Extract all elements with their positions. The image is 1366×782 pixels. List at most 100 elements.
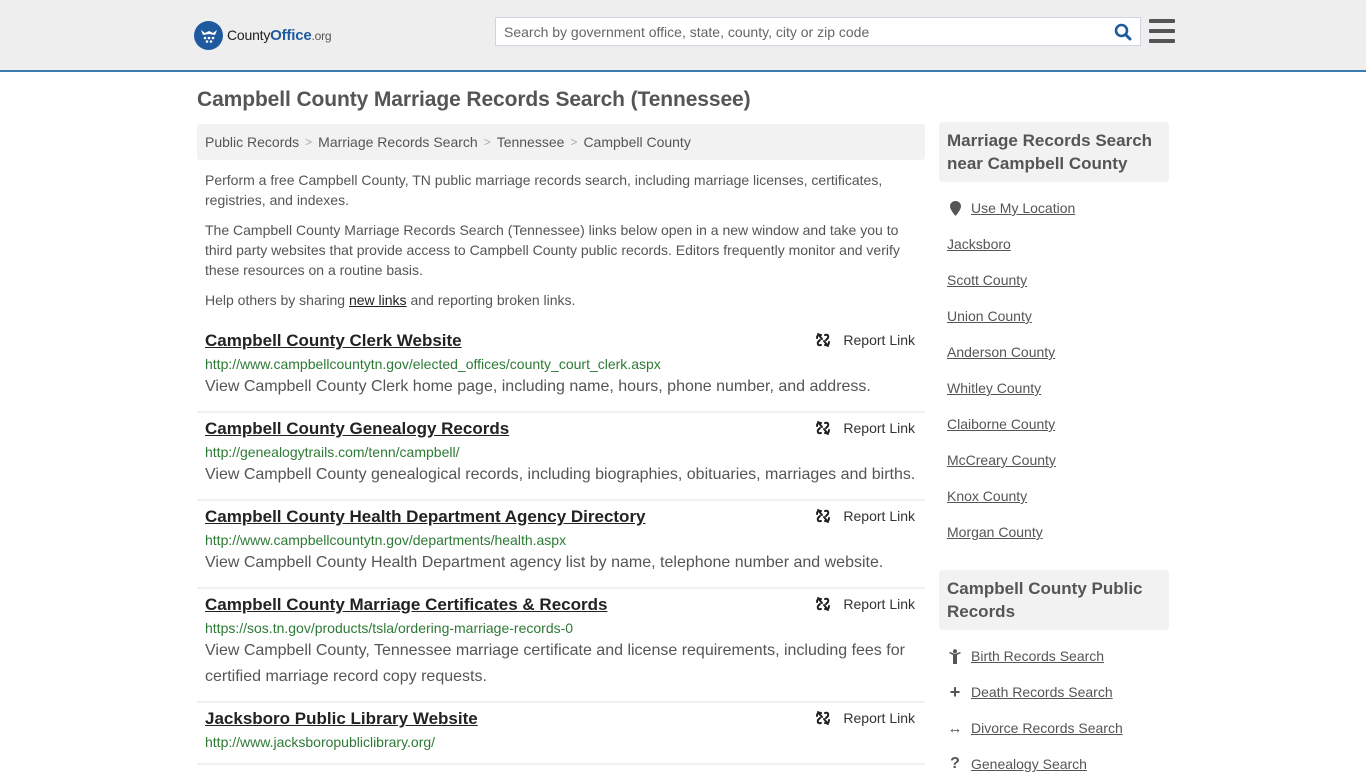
- search-input[interactable]: [496, 18, 1106, 45]
- nearby-link-claiborne-county[interactable]: Claiborne County: [947, 416, 1055, 432]
- result-description: View Campbell County Health Department a…: [205, 554, 884, 571]
- nearby-link-union-county[interactable]: Union County: [947, 308, 1032, 324]
- search-button[interactable]: [1106, 18, 1140, 45]
- nearby-item: Morgan County: [947, 514, 1161, 550]
- result-title-link[interactable]: Campbell County Marriage Certificates & …: [205, 594, 607, 616]
- child-icon: [947, 648, 963, 664]
- nearby-heading: Marriage Records Search near Campbell Co…: [939, 122, 1169, 182]
- result-description: View Campbell County Clerk home page, in…: [205, 378, 871, 395]
- result-title-link[interactable]: Campbell County Genealogy Records: [205, 418, 509, 440]
- result-url: http://www.campbellcountytn.gov/departme…: [205, 532, 567, 548]
- site-logo[interactable]: CountyOffice.org: [194, 20, 332, 50]
- breadcrumb-campbell-county[interactable]: Campbell County: [583, 134, 690, 150]
- public-record-item: ↔ Divorce Records Search: [947, 710, 1161, 746]
- birth-records-search-link[interactable]: Birth Records Search: [971, 648, 1104, 664]
- nearby-link-jacksboro[interactable]: Jacksboro: [947, 236, 1011, 252]
- public-records-list: Birth Records Search + Death Records Sea…: [939, 630, 1169, 782]
- broken-link-icon: [816, 509, 831, 523]
- breadcrumb-separator: >: [570, 135, 578, 149]
- nearby-link-morgan-county[interactable]: Morgan County: [947, 524, 1043, 540]
- arrows-horizontal-icon: ↔: [947, 719, 963, 737]
- report-link-label: Report Link: [843, 332, 915, 348]
- broken-link-icon: [816, 421, 831, 435]
- hamburger-menu-icon[interactable]: [1149, 19, 1175, 43]
- result-url: http://genealogytrails.com/tenn/campbell…: [205, 444, 460, 460]
- result-item: Campbell County Clerk Website Report Lin…: [197, 325, 925, 413]
- report-link-button[interactable]: Report Link: [815, 710, 915, 726]
- result-title-link[interactable]: Campbell County Clerk Website: [205, 330, 462, 352]
- menu-bar: [1149, 19, 1175, 23]
- search-icon: [1114, 23, 1132, 40]
- use-my-location-link[interactable]: Use My Location: [971, 200, 1075, 216]
- breadcrumb-tennessee[interactable]: Tennessee: [497, 134, 565, 150]
- logo-org-text: .org: [311, 28, 332, 43]
- nearby-link-knox-county[interactable]: Knox County: [947, 488, 1027, 504]
- share-text: Help others by sharing: [205, 292, 349, 308]
- report-link-label: Report Link: [843, 710, 915, 726]
- nearby-item: Claiborne County: [947, 406, 1161, 442]
- nearby-link-whitley-county[interactable]: Whitley County: [947, 380, 1041, 396]
- public-record-item: + Death Records Search: [947, 674, 1161, 710]
- broken-link-icon: [816, 711, 831, 725]
- breadcrumb-separator: >: [305, 135, 313, 149]
- share-text: and reporting broken links.: [406, 292, 576, 308]
- breadcrumb: Public Records > Marriage Records Search…: [197, 124, 925, 160]
- result-url: http://www.campbellcountytn.gov/elected_…: [205, 356, 661, 372]
- breadcrumb-marriage-records-search[interactable]: Marriage Records Search: [318, 134, 478, 150]
- site-header: CountyOffice.org: [0, 0, 1366, 72]
- nearby-list: Use My Location Jacksboro Scott County U…: [939, 182, 1169, 550]
- report-link-label: Report Link: [843, 508, 915, 524]
- search-bar: [495, 17, 1141, 46]
- report-link-label: Report Link: [843, 596, 915, 612]
- page-title: Campbell County Marriage Records Search …: [197, 88, 751, 111]
- breadcrumb-public-records[interactable]: Public Records: [205, 134, 299, 150]
- divorce-records-search-link[interactable]: Divorce Records Search: [971, 720, 1123, 736]
- result-title-link[interactable]: Campbell County Health Department Agency…: [205, 506, 646, 528]
- breadcrumb-separator: >: [483, 135, 491, 149]
- report-link-label: Report Link: [843, 420, 915, 436]
- new-links-link[interactable]: new links: [349, 292, 407, 308]
- result-url: http://www.jacksboropubliclibrary.org/: [205, 734, 436, 750]
- menu-bar: [1149, 39, 1175, 43]
- nearby-item: Scott County: [947, 262, 1161, 298]
- use-my-location-item: Use My Location: [947, 190, 1161, 226]
- nearby-item: Anderson County: [947, 334, 1161, 370]
- eagle-stars-logo-icon: [194, 20, 223, 50]
- report-link-button[interactable]: Report Link: [815, 420, 915, 436]
- intro-paragraph: Perform a free Campbell County, TN publi…: [205, 172, 883, 208]
- result-description: View Campbell County, Tennessee marriage…: [205, 642, 905, 685]
- results-list: Campbell County Clerk Website Report Lin…: [197, 325, 925, 765]
- logo-county-text: County: [227, 26, 271, 43]
- nearby-link-scott-county[interactable]: Scott County: [947, 272, 1027, 288]
- intro-paragraph: The Campbell County Marriage Records Sea…: [205, 222, 900, 278]
- broken-link-icon: [816, 597, 831, 611]
- broken-link-icon: [816, 333, 831, 347]
- nearby-link-mccreary-county[interactable]: McCreary County: [947, 452, 1056, 468]
- map-marker-icon: [947, 200, 963, 216]
- logo-wordmark: CountyOffice.org: [227, 26, 332, 44]
- genealogy-search-link[interactable]: Genealogy Search: [971, 756, 1087, 772]
- logo-office-text: Office: [270, 26, 312, 44]
- result-item: Jacksboro Public Library Website Report …: [197, 703, 925, 765]
- menu-bar: [1149, 29, 1175, 33]
- result-description: View Campbell County genealogical record…: [205, 466, 916, 483]
- result-item: Campbell County Genealogy Records Report…: [197, 413, 925, 501]
- nearby-item: Jacksboro: [947, 226, 1161, 262]
- public-record-item: ? Genealogy Search: [947, 746, 1161, 782]
- result-item: Campbell County Marriage Certificates & …: [197, 589, 925, 703]
- intro-text: Perform a free Campbell County, TN publi…: [205, 170, 917, 320]
- death-records-search-link[interactable]: Death Records Search: [971, 684, 1113, 700]
- nearby-item: Knox County: [947, 478, 1161, 514]
- result-url: https://sos.tn.gov/products/tsla/orderin…: [205, 620, 574, 636]
- report-link-button[interactable]: Report Link: [815, 596, 915, 612]
- nearby-item: Whitley County: [947, 370, 1161, 406]
- result-title-link[interactable]: Jacksboro Public Library Website: [205, 708, 478, 730]
- cross-icon: +: [949, 681, 961, 702]
- report-link-button[interactable]: Report Link: [815, 508, 915, 524]
- nearby-item: Union County: [947, 298, 1161, 334]
- share-links-paragraph: Help others by sharing new links and rep…: [205, 290, 917, 310]
- public-record-item: Birth Records Search: [947, 638, 1161, 674]
- nearby-link-anderson-county[interactable]: Anderson County: [947, 344, 1055, 360]
- report-link-button[interactable]: Report Link: [815, 332, 915, 348]
- nearby-item: McCreary County: [947, 442, 1161, 478]
